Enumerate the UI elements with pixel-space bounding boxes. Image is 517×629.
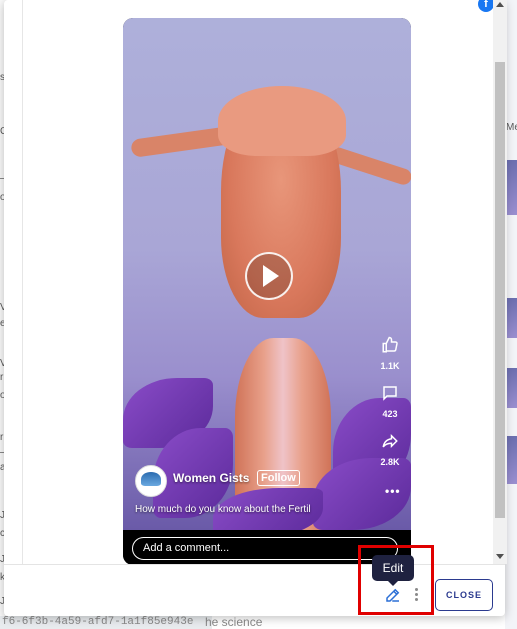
scroll-thumb[interactable] xyxy=(495,62,505,518)
bg-id-text: f6-6f3b-4a59-afd7-1a1f85e943e xyxy=(0,616,212,629)
close-button[interactable]: CLOSE xyxy=(435,579,493,611)
bg-fragment: r xyxy=(0,432,4,443)
more-horizontal-icon[interactable]: ••• xyxy=(385,484,401,498)
share-icon xyxy=(377,432,403,455)
comment-icon xyxy=(377,384,403,407)
like-button[interactable]: 1.1K xyxy=(377,336,403,371)
share-count: 2.8K xyxy=(380,457,400,467)
bg-text: he science xyxy=(205,615,263,629)
like-count: 1.1K xyxy=(380,361,400,371)
play-icon xyxy=(263,265,279,287)
thumbs-up-icon xyxy=(377,336,403,359)
modal-scrollbar[interactable] xyxy=(493,0,507,564)
illustration-shape xyxy=(218,86,346,156)
modal-content: f 1.1K 423 2.8K ••• Women Gists Follow H… xyxy=(22,0,496,565)
follow-button[interactable]: Follow xyxy=(257,470,300,486)
bg-fragment: r xyxy=(0,372,4,383)
embed-preview-modal: f 1.1K 423 2.8K ••• Women Gists Follow H… xyxy=(4,0,507,616)
share-button[interactable]: 2.8K xyxy=(377,432,403,467)
highlight-box xyxy=(358,545,434,615)
comment-placeholder: Add a comment... xyxy=(143,542,230,554)
video-card[interactable]: 1.1K 423 2.8K ••• Women Gists Follow How… xyxy=(123,18,411,565)
comment-count: 423 xyxy=(382,409,398,419)
illustration-shape xyxy=(130,126,232,158)
play-button[interactable] xyxy=(245,252,293,300)
comment-button[interactable]: 423 xyxy=(377,384,403,419)
scroll-down-arrow-icon[interactable] xyxy=(496,554,504,559)
bg-right-fragment: Me xyxy=(506,122,517,133)
facebook-icon[interactable]: f xyxy=(478,0,494,12)
avatar[interactable] xyxy=(135,465,167,497)
video-caption: How much do you know about the Fertil xyxy=(135,504,311,515)
scroll-up-arrow-icon[interactable] xyxy=(496,2,504,7)
author-name[interactable]: Women Gists xyxy=(173,471,249,485)
